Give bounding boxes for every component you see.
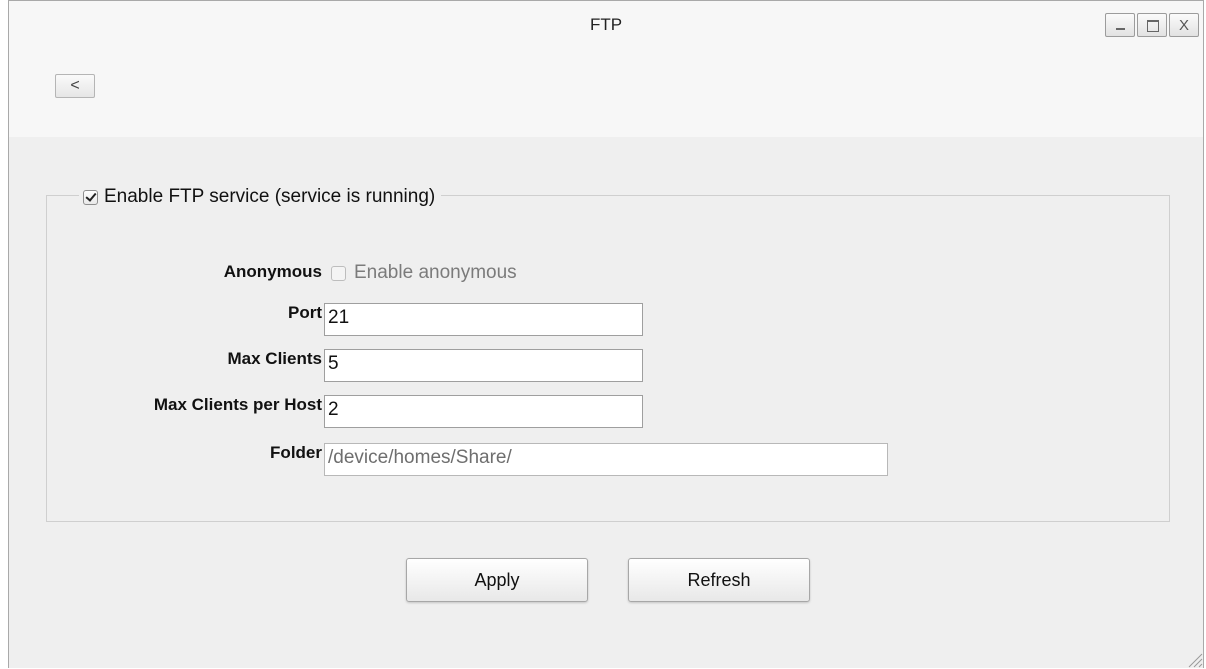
max-clients-per-host-input[interactable]: 2: [324, 395, 643, 428]
enable-anonymous-checkbox[interactable]: [331, 265, 346, 281]
close-button[interactable]: X: [1169, 13, 1199, 37]
maximize-button[interactable]: [1137, 13, 1167, 37]
port-label: Port: [288, 303, 322, 322]
maximize-icon: [1147, 20, 1159, 32]
max-clients-per-host-label: Max Clients per Host: [153, 395, 322, 414]
max-clients-input[interactable]: 5: [324, 349, 643, 382]
enable-anonymous-label: Enable anonymous: [354, 262, 517, 283]
resize-grip-icon[interactable]: [1183, 648, 1203, 668]
ftp-window: FTP X < Enable FTP service (service is r…: [8, 0, 1204, 668]
window-controls: X: [1105, 13, 1199, 37]
close-icon: X: [1178, 16, 1189, 34]
apply-button[interactable]: Apply: [406, 558, 588, 602]
folder-input[interactable]: /device/homes/Share/: [324, 443, 888, 476]
anonymous-label: Anonymous: [223, 262, 322, 281]
refresh-button[interactable]: Refresh: [628, 558, 810, 602]
folder-label: Folder: [270, 443, 322, 462]
port-input[interactable]: 21: [324, 303, 643, 336]
anonymous-option: Enable anonymous: [331, 262, 517, 284]
minimize-icon: [1116, 28, 1125, 30]
minimize-button[interactable]: [1105, 13, 1135, 37]
form-labels: Anonymous Port Max Clients Max Clients p…: [69, 1, 322, 669]
max-clients-label: Max Clients: [227, 349, 322, 368]
